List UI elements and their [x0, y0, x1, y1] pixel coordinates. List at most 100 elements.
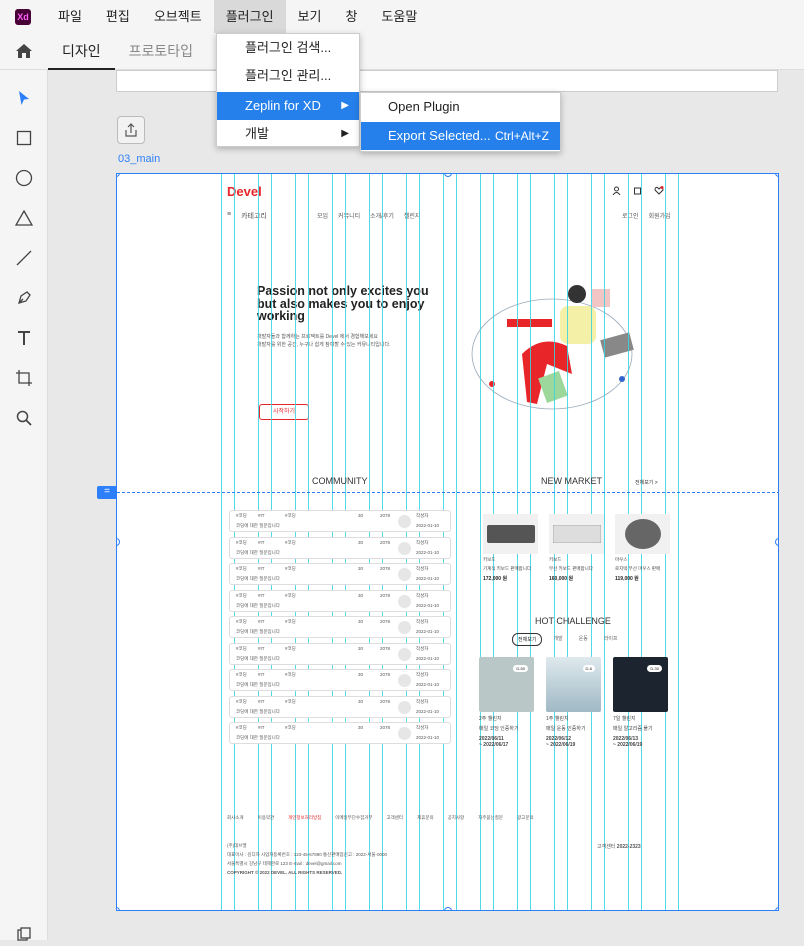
footer-link[interactable]: 이메일무단수집거부: [335, 815, 372, 821]
market-more-link[interactable]: 전체보기 >: [635, 479, 658, 486]
product-image: [483, 514, 538, 554]
community-row[interactable]: #코딩 #IT #코딩 코딩에 대한 질문입니다 30 2078 작성자 2022-01-10: [229, 695, 451, 718]
user-icon[interactable]: [612, 186, 621, 195]
community-row[interactable]: #코딩 #IT #코딩 코딩에 대한 질문입니다 30 2078 작성자 2022-01-10: [229, 669, 451, 691]
heart-icon[interactable]: [654, 186, 664, 195]
menu-item-development[interactable]: 개발 ▶: [217, 120, 359, 148]
artboard-tool[interactable]: [12, 366, 36, 390]
line-tool[interactable]: [12, 246, 36, 270]
post-date: 2022-01-10: [416, 549, 440, 555]
layout-guide: [480, 174, 481, 910]
footer-link[interactable]: 이용약관: [258, 815, 275, 821]
view-count: 2078: [380, 592, 391, 598]
challenge-name: 7일 챌린지: [613, 716, 636, 722]
product-price: 172,000 원: [483, 576, 508, 582]
community-row[interactable]: #코딩 #IT #코딩 코딩에 대한 질문입니다 30 2078 작성자 2022-01-10: [229, 563, 451, 585]
pen-tool[interactable]: [12, 286, 36, 310]
community-row[interactable]: #코딩 #IT #코딩 코딩에 대한 질문입니다 30 2078 작성자 2022-01-10: [229, 536, 451, 559]
menu-window[interactable]: 창: [333, 0, 369, 33]
menu-object[interactable]: 오브젝트: [142, 0, 214, 33]
market-item[interactable]: 키보드 기계식 키보드 판매합니다 172,000 원: [483, 514, 538, 582]
menu-item-export-selected[interactable]: Export Selected... Ctrl+Alt+Z: [361, 122, 560, 150]
community-row[interactable]: #코딩 #IT #코딩 코딩에 대한 질문입니다 30 2078 작성자 2022-01-10: [229, 589, 451, 612]
text-tool[interactable]: [12, 326, 36, 350]
footer-link[interactable]: 개인정보처리방침: [288, 815, 321, 821]
resize-handle[interactable]: [117, 174, 120, 177]
community-row[interactable]: #코딩 #IT #코딩 코딩에 대한 질문입니다 30 2078 작성자 2022-01-10: [229, 722, 451, 744]
nav-item[interactable]: 모임: [317, 211, 328, 220]
copyright: COPYRIGHT © 2022 DEVEL. ALL RIGHTS RESER…: [227, 870, 343, 875]
post-title: 코딩에 대한 질문입니다: [236, 549, 280, 555]
share-button[interactable]: [117, 116, 145, 144]
home-button[interactable]: [0, 43, 48, 59]
artboard-main[interactable]: Devel ≡ 카테고리 모임 커뮤니티 소개/후기 챌린지 로그인 회원가입 …: [116, 173, 779, 911]
market-item[interactable]: 마우스 로지텍 무선 마우스 판매 119,000 원: [615, 514, 670, 582]
challenge-period: 2022/06/12 ~ 2022/06/19: [546, 736, 576, 748]
footer-link[interactable]: 자주묻는질문: [478, 815, 503, 821]
dday-badge: D-30: [647, 665, 662, 672]
challenge-tab[interactable]: 운동: [574, 633, 593, 646]
menu-item-open-plugin[interactable]: Open Plugin: [361, 93, 560, 121]
hero-desc-line: 개발자들과 함께하는 프로젝트를 Devel 에서 경험해보세요: [257, 334, 378, 340]
community-row[interactable]: #코딩 #IT #코딩 코딩에 대한 질문입니다 30 2078 작성자 2022-01-10: [229, 642, 451, 665]
menu-file[interactable]: 파일: [46, 0, 94, 33]
signup-link[interactable]: 회원가입: [649, 211, 671, 220]
footer-link[interactable]: 제휴문의: [417, 815, 434, 821]
resize-handle[interactable]: [775, 907, 778, 910]
menu-item-manage-plugins[interactable]: 플러그인 관리...: [217, 62, 359, 90]
tab-design[interactable]: 디자인: [48, 33, 115, 70]
menu-item-find-plugins[interactable]: 플러그인 검색...: [217, 34, 359, 62]
menu-item-zeplin[interactable]: Zeplin for XD ▶: [217, 92, 359, 120]
footer-link[interactable]: 광고문의: [517, 815, 534, 821]
guide-marker[interactable]: =: [97, 486, 117, 499]
market-item[interactable]: 키보드 무선 키보드 판매합니다 160,000 원: [549, 514, 604, 582]
login-link[interactable]: 로그인: [622, 211, 639, 220]
shortcut-label: Ctrl+Alt+Z: [494, 129, 549, 143]
challenge-card[interactable]: D-30 7일 챌린지 매일 알고리즘 풀기 2022/06/13 ~ 2022…: [613, 657, 668, 748]
category-menu[interactable]: ≡ 카테고리: [227, 211, 267, 221]
challenge-tab[interactable]: 라이프: [599, 633, 623, 646]
resize-handle[interactable]: [444, 907, 452, 910]
menu-help[interactable]: 도움말: [369, 0, 429, 33]
challenge-card[interactable]: D-6 1주 챌린지 매일 운동 인증하기 2022/06/12 ~ 2022/…: [546, 657, 601, 748]
challenge-period: 2022/06/11 ~ 2022/06/17: [479, 736, 509, 748]
view-count: 2078: [380, 539, 391, 545]
community-row[interactable]: #코딩 #IT #코딩 코딩에 대한 질문입니다 30 2078 작성자 2022-01-10: [229, 616, 451, 638]
canvas[interactable]: 03_main Devel ≡ 카테고리 모임 커뮤니티 소개/후기 챌린지 로…: [48, 70, 804, 940]
view-count: 2078: [380, 672, 391, 677]
footer-link[interactable]: 고객센터: [387, 815, 404, 821]
challenge-tab[interactable]: 개발: [548, 633, 567, 646]
resize-handle[interactable]: [117, 538, 120, 546]
challenge-tab[interactable]: 전체보기: [512, 633, 543, 646]
menu-plugins[interactable]: 플러그인: [213, 0, 286, 33]
cs-label: 고객센터: [597, 844, 616, 850]
post-tag: #코딩: [236, 672, 247, 677]
horizontal-guide[interactable]: [117, 492, 778, 493]
avatar: [398, 568, 411, 581]
like-count: 30: [358, 725, 364, 730]
nav-item[interactable]: 커뮤니티: [338, 211, 360, 220]
post-tag: #IT: [258, 698, 265, 704]
menu-edit[interactable]: 편집: [94, 0, 142, 33]
like-count: 30: [358, 592, 364, 598]
resize-handle[interactable]: [117, 907, 120, 910]
select-tool[interactable]: [12, 86, 36, 110]
challenge-card[interactable]: D-50 2주 챌린지 매일 코딩 인증하기 2022/06/11 ~ 2022…: [479, 657, 534, 748]
footer-link[interactable]: 공지사항: [448, 815, 465, 821]
menu-bar: Xd 파일 편집 오브젝트 플러그인 보기 창 도움말: [0, 0, 804, 33]
resize-handle[interactable]: [775, 538, 778, 546]
menu-view[interactable]: 보기: [286, 0, 334, 33]
tab-prototype[interactable]: 프로토타입: [115, 33, 207, 70]
footer-link[interactable]: 회사소개: [227, 815, 244, 821]
ellipse-tool[interactable]: [12, 166, 36, 190]
resize-handle[interactable]: [775, 174, 778, 177]
polygon-tool[interactable]: [12, 206, 36, 230]
zoom-tool[interactable]: [12, 406, 36, 430]
resize-handle[interactable]: [444, 174, 452, 177]
artboard-name[interactable]: 03_main: [118, 153, 160, 165]
start-button[interactable]: 시작하기: [259, 404, 309, 420]
community-row[interactable]: #코딩 #IT #코딩 코딩에 대한 질문입니다 30 2078 작성자 2022-01-10: [229, 510, 451, 532]
layers-tool[interactable]: [12, 922, 36, 946]
rectangle-tool[interactable]: [12, 126, 36, 150]
product-image: [549, 514, 604, 554]
